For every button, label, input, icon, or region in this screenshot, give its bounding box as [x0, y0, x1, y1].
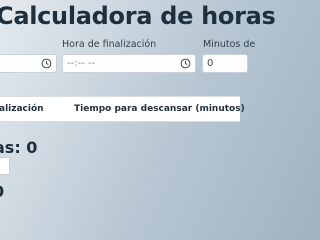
break-minutes-input[interactable]: 0 — [202, 54, 248, 73]
break-minutes-value: 0 — [207, 58, 214, 69]
break-minutes-label: Minutos de — [203, 39, 256, 50]
start-time-input[interactable] — [0, 54, 57, 73]
total-hours: as: 0 — [0, 138, 38, 157]
page-title: Calculadora de horas — [0, 2, 276, 30]
clock-icon[interactable] — [180, 58, 191, 69]
end-time-label: Hora de finalización — [62, 39, 157, 50]
clock-icon[interactable] — [41, 58, 52, 69]
result-value: 0 — [0, 182, 4, 201]
end-time-value: --:-- -- — [67, 58, 96, 69]
column-end-time: alización — [0, 104, 44, 114]
results-table-header: alización Tiempo para descansar (minutos… — [0, 96, 245, 122]
column-break-time: Tiempo para descansar (minutos) — [74, 104, 245, 114]
result-box — [0, 157, 10, 175]
end-time-input[interactable]: --:-- -- — [62, 54, 196, 73]
